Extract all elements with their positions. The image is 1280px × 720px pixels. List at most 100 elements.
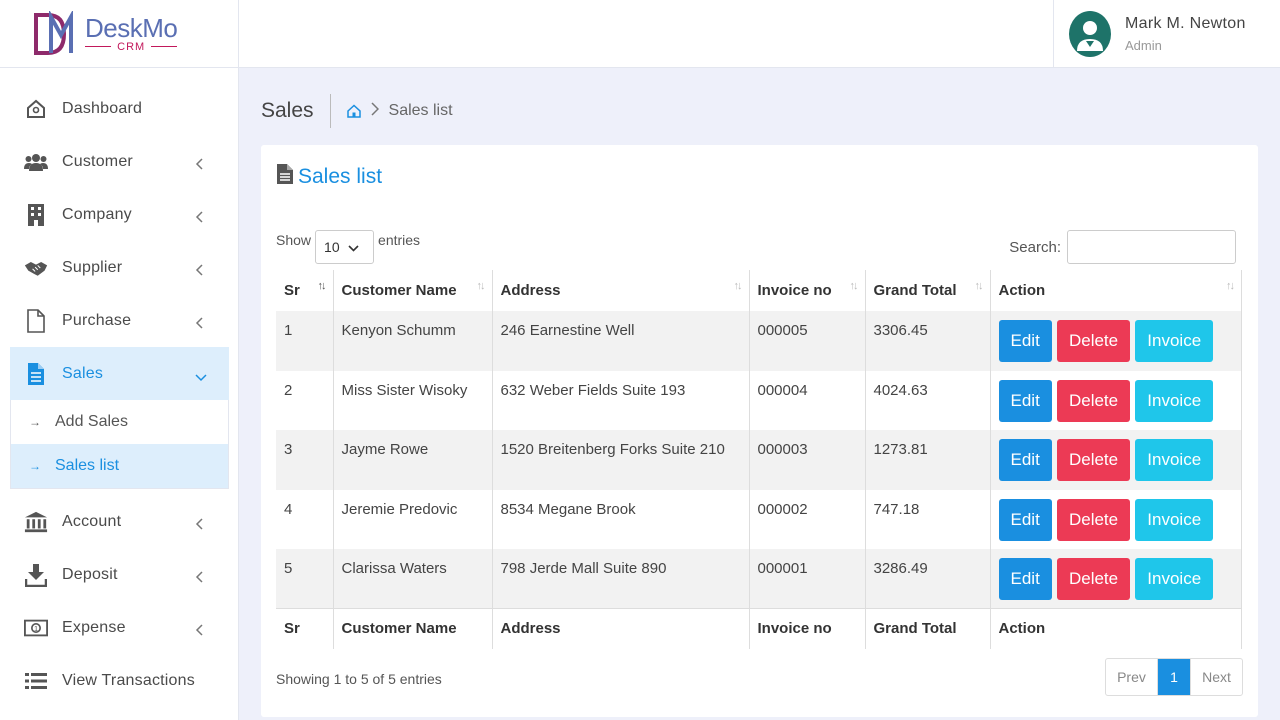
delete-button[interactable]: Delete bbox=[1056, 498, 1131, 541]
search-label: Search: bbox=[1009, 238, 1061, 256]
search-input[interactable] bbox=[1067, 230, 1236, 264]
prev-page-button[interactable]: Prev bbox=[1106, 659, 1158, 695]
user-menu[interactable]: Mark M. Newton Admin bbox=[1053, 0, 1280, 68]
document-icon bbox=[24, 362, 48, 386]
sidebar-item-purchase[interactable]: Purchase bbox=[10, 294, 229, 347]
column-header-customer-name[interactable]: Customer Name ↑↓ bbox=[332, 270, 492, 311]
download-icon bbox=[24, 563, 48, 587]
breadcrumb: Sales Sales list bbox=[261, 94, 453, 128]
entries-label: entries bbox=[378, 232, 421, 248]
table-row: 3 Jayme Rowe 1520 Breitenberg Forks Suit… bbox=[276, 430, 1242, 490]
invoice-button[interactable]: Invoice bbox=[1135, 379, 1214, 422]
footer-header-sr: Sr bbox=[276, 608, 333, 649]
table-info: Showing 1 to 5 of 5 entries bbox=[276, 671, 442, 687]
sidebar-nav: Dashboard Customer Company Supplier Purc… bbox=[0, 82, 239, 707]
edit-button[interactable]: Edit bbox=[998, 320, 1052, 362]
cell-customer-name: Clarissa Waters bbox=[332, 549, 492, 609]
cell-customer-name: Jayme Rowe bbox=[332, 430, 492, 490]
sidebar-item-company[interactable]: Company bbox=[10, 188, 229, 241]
cell-sr: 2 bbox=[284, 381, 293, 399]
cell-sr: 5 bbox=[276, 549, 333, 609]
cell-invoice-no: 000005 bbox=[748, 311, 865, 371]
sidebar-subitem-sales-list[interactable]: → Sales list bbox=[11, 444, 228, 488]
sidebar-item-sales[interactable]: Sales bbox=[10, 347, 229, 400]
sort-icon: ↑↓ bbox=[317, 280, 327, 292]
sidebar-item-label: Sales bbox=[62, 364, 104, 382]
handshake-icon bbox=[24, 256, 48, 280]
cell-grand-total: 1273.81 bbox=[864, 430, 990, 490]
logo-mark-icon bbox=[33, 8, 83, 57]
avatar bbox=[1069, 11, 1111, 57]
column-header-action[interactable]: Action ↑↓ bbox=[989, 270, 1242, 311]
chevron-left-icon bbox=[195, 517, 205, 530]
chevron-left-icon bbox=[195, 157, 205, 170]
table-header-row: Sr ↑↓ Customer Name ↑↓ Address ↑↓ Invoice n… bbox=[276, 270, 1242, 311]
sidebar-item-dashboard[interactable]: Dashboard bbox=[10, 82, 229, 135]
document-icon bbox=[276, 163, 294, 191]
footer-header-address: Address bbox=[491, 608, 749, 649]
next-page-button[interactable]: Next bbox=[1190, 659, 1242, 695]
sort-icon: ↑↓ bbox=[849, 280, 859, 292]
delete-button[interactable]: Delete bbox=[1056, 320, 1131, 362]
invoice-button[interactable]: Invoice bbox=[1135, 498, 1214, 541]
delete-button[interactable]: Delete bbox=[1056, 379, 1131, 422]
table-footer-row: Sr Customer Name Address Invoice no Gran… bbox=[276, 608, 1242, 649]
cell-grand-total: 3306.45 bbox=[864, 311, 990, 371]
brand-sub: CRM bbox=[117, 40, 146, 53]
delete-button[interactable]: Delete bbox=[1056, 558, 1131, 600]
card-title: Sales list bbox=[298, 165, 383, 188]
svg-text:1: 1 bbox=[34, 624, 38, 633]
column-header-invoice-no[interactable]: Invoice no ↑↓ bbox=[748, 270, 865, 311]
sidebar: DeskMo CRM Dashboard Customer Company Su… bbox=[0, 0, 239, 720]
sidebar-item-customer[interactable]: Customer bbox=[10, 135, 229, 188]
delete-button[interactable]: Delete bbox=[1056, 439, 1131, 481]
table-row: 4 Jeremie Predovic 8534 Megane Brook 000… bbox=[276, 489, 1242, 549]
chevron-down-icon bbox=[348, 239, 359, 255]
entries-select[interactable]: 10 bbox=[315, 230, 375, 264]
sidebar-item-view-transactions[interactable]: View Transactions bbox=[10, 654, 229, 707]
sidebar-item-deposit[interactable]: Deposit bbox=[10, 548, 229, 601]
user-role: Admin bbox=[1125, 38, 1162, 53]
sort-icon: ↑↓ bbox=[1226, 280, 1235, 292]
cell-address: 8534 Megane Brook bbox=[491, 489, 749, 549]
column-header-address[interactable]: Address ↑↓ bbox=[491, 270, 749, 311]
sales-table: Sr ↑↓ Customer Name ↑↓ Address ↑↓ Invoice n… bbox=[276, 270, 1242, 649]
invoice-button[interactable]: Invoice bbox=[1135, 439, 1214, 481]
invoice-button[interactable]: Invoice bbox=[1135, 320, 1214, 362]
cell-grand-total: 4024.63 bbox=[864, 370, 990, 430]
page-1-button[interactable]: 1 bbox=[1158, 659, 1190, 695]
home-icon[interactable] bbox=[346, 104, 361, 118]
sidebar-item-account[interactable]: Account bbox=[10, 495, 229, 548]
cell-invoice-no: 000001 bbox=[748, 549, 865, 609]
column-header-sr[interactable]: Sr ↑↓ bbox=[276, 270, 333, 311]
topbar: Mark M. Newton Admin bbox=[239, 0, 1280, 68]
home-icon bbox=[24, 97, 48, 121]
sidebar-item-expense[interactable]: 1 Expense bbox=[10, 601, 229, 654]
sidebar-subitem-add-sales[interactable]: → Add Sales bbox=[11, 400, 228, 444]
chevron-right-icon bbox=[371, 101, 379, 121]
user-name: Mark M. Newton bbox=[1125, 15, 1246, 32]
footer-header-action: Action bbox=[989, 608, 1242, 649]
edit-button[interactable]: Edit bbox=[998, 379, 1052, 422]
chevron-left-icon bbox=[195, 316, 205, 329]
list-icon bbox=[24, 669, 48, 693]
cell-sr: 4 bbox=[284, 500, 293, 518]
sidebar-item-label: Account bbox=[62, 512, 122, 530]
sidebar-item-supplier[interactable]: Supplier bbox=[10, 241, 229, 294]
edit-button[interactable]: Edit bbox=[998, 439, 1052, 481]
cell-actions: Edit Delete Invoice bbox=[989, 430, 1242, 490]
cell-actions: Edit Delete Invoice bbox=[989, 549, 1242, 609]
edit-button[interactable]: Edit bbox=[998, 498, 1052, 541]
invoice-button[interactable]: Invoice bbox=[1135, 558, 1214, 600]
table-row: 5 Clarissa Waters 798 Jerde Mall Suite 8… bbox=[276, 549, 1242, 609]
sort-icon: ↑↓ bbox=[476, 280, 486, 292]
column-header-grand-total[interactable]: Grand Total ↑↓ bbox=[864, 270, 990, 311]
arrow-right-icon: → bbox=[29, 459, 41, 473]
cell-actions: Edit Delete Invoice bbox=[989, 311, 1242, 371]
cell-address: 1520 Breitenberg Forks Suite 210 bbox=[491, 430, 749, 490]
cell-invoice-no: 000004 bbox=[748, 370, 865, 430]
cell-grand-total: 3286.49 bbox=[864, 549, 990, 609]
edit-button[interactable]: Edit bbox=[998, 558, 1052, 600]
cell-address: 246 Earnestine Well bbox=[491, 311, 749, 371]
logo[interactable]: DeskMo CRM bbox=[0, 0, 238, 68]
